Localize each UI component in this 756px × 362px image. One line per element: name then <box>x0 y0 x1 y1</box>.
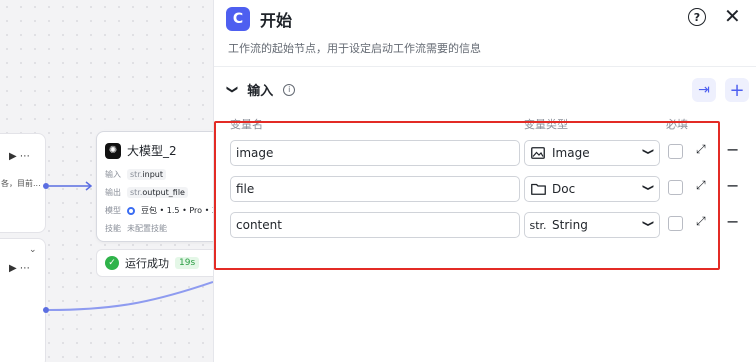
node-title: 大模型_2 <box>127 144 177 158</box>
divider <box>214 66 756 67</box>
remove-icon[interactable]: − <box>726 212 739 231</box>
info-icon[interactable]: i <box>283 83 296 96</box>
chevron-down-icon[interactable]: ❯ <box>226 85 239 94</box>
check-icon: ✓ <box>105 256 119 270</box>
input-section-header[interactable]: ❯ 输入 i <box>226 80 296 99</box>
node-row-input: 输入 str.input <box>105 169 166 180</box>
start-node-panel: C 开始 ? ✕ 工作流的起始节点，用于设定启动工作流需要的信息 ❯ 输入 i … <box>213 0 756 362</box>
run-status-text: 运行成功 <box>125 257 169 270</box>
upstream-node[interactable]: ▶ ⋯ 各，目前... <box>0 133 46 233</box>
remove-icon[interactable]: − <box>726 176 739 195</box>
node-controls[interactable]: ▶ ⋯ <box>9 151 30 162</box>
remove-icon[interactable]: − <box>726 140 739 159</box>
run-status[interactable]: ✓ 运行成功 19s <box>96 249 213 277</box>
panel-description: 工作流的起始节点，用于设定启动工作流需要的信息 <box>228 42 481 55</box>
add-variable-button[interactable]: + <box>725 78 749 102</box>
panel-title: 开始 <box>260 11 293 30</box>
output-port[interactable] <box>43 183 49 189</box>
doubao-icon <box>127 206 135 215</box>
octopus-icon: ✺ <box>105 142 121 159</box>
run-time-badge: 19s <box>175 257 200 269</box>
node-row-skills: 技能 未配置技能 <box>105 224 167 233</box>
import-variables-button[interactable]: ⇥ <box>692 78 716 102</box>
workflow-editor: ▶ ⋯ 各，目前... ⌄ ▶ ⋯ ✺ 大模型_2 输入 str.input 输… <box>0 0 756 362</box>
node-snippet: 各，目前... <box>1 179 41 188</box>
close-icon[interactable]: ✕ <box>724 5 741 27</box>
llm-node[interactable]: ✺ 大模型_2 输入 str.input 输出 str.output_file … <box>96 131 213 242</box>
help-icon[interactable]: ? <box>688 8 706 26</box>
node-controls[interactable]: ▶ ⋯ <box>9 263 30 274</box>
section-title: 输入 <box>247 84 274 99</box>
node-row-output: 输出 str.output_file <box>105 187 188 198</box>
start-node-icon: C <box>226 7 250 31</box>
highlight-annotation-box <box>214 121 720 270</box>
output-port[interactable] <box>43 307 49 313</box>
lower-node[interactable]: ⌄ ▶ ⋯ <box>0 238 46 362</box>
node-row-model: 模型 豆包 • 1.5 • Pro • 3 <box>105 206 213 215</box>
collapse-icon[interactable]: ⌄ <box>29 245 37 255</box>
workflow-canvas[interactable]: ▶ ⋯ 各，目前... ⌄ ▶ ⋯ ✺ 大模型_2 输入 str.input 输… <box>0 0 213 362</box>
